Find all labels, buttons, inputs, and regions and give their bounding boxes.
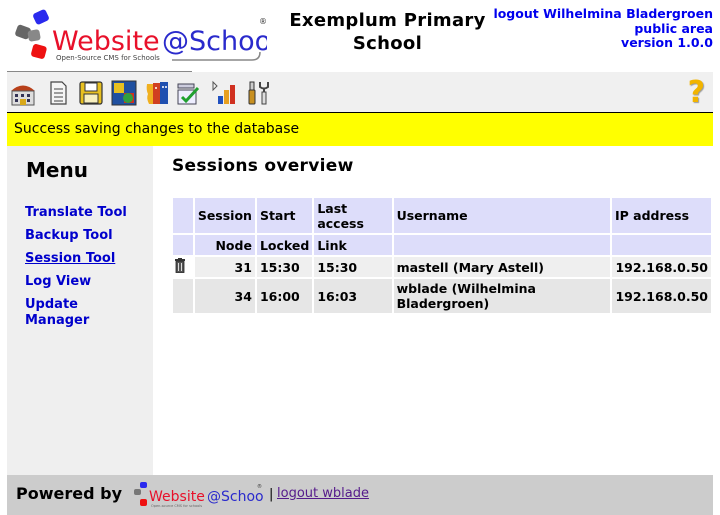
table-header-row: Session Start Last access Username IP ad… (173, 198, 711, 233)
svg-text:Open-source CMS for schools: Open-source CMS for schools (151, 504, 202, 508)
page-header: Website @School ® Open-Source CMS for Sc… (0, 0, 720, 72)
footer-website-at-school-logo[interactable]: Website @School ® Open-source CMS for sc… (133, 480, 263, 510)
footer-separator: | (269, 487, 274, 502)
ip-address-cell: 192.168.0.50 (612, 279, 711, 313)
website-at-school-logo[interactable]: Website @School ® Open-Source CMS for Sc… (12, 8, 267, 66)
footer-logout-link[interactable]: logout wblade (277, 486, 369, 501)
menu-item-session-tool[interactable]: Session Tool (25, 251, 145, 267)
menu-item-log-view[interactable]: Log View (25, 274, 145, 290)
svg-text:@School: @School (207, 489, 263, 505)
start-cell: 15:30 (256, 257, 313, 277)
last-access-cell: 15:30 (314, 257, 392, 277)
header-icon-col (173, 198, 193, 233)
users-faces-icon[interactable] (144, 80, 170, 106)
subheader-node: Node (194, 235, 255, 255)
help-icon[interactable]: ? (688, 78, 705, 108)
public-area-link[interactable]: public area (493, 21, 713, 37)
svg-text:®: ® (259, 17, 267, 26)
subheader-link: Link (314, 235, 392, 255)
username-cell: mastell (Mary Astell) (393, 257, 610, 277)
menu-items: Translate Tool Backup Tool Session Tool … (25, 205, 145, 336)
save-disk-icon[interactable] (78, 80, 104, 106)
page-footer: Powered by Website @School ® Open-source… (7, 475, 713, 515)
site-title: Exemplum Primary School (275, 9, 500, 55)
modules-puzzle-icon[interactable] (111, 80, 137, 106)
statistics-bars-icon[interactable] (210, 80, 236, 106)
top-links: logout Wilhelmina Bladergroen public are… (493, 6, 713, 51)
session-cell: 34 (194, 279, 255, 313)
logout-link[interactable]: logout Wilhelmina Bladergroen (493, 6, 713, 22)
page-icon[interactable] (45, 80, 71, 106)
svg-text:@School: @School (162, 26, 267, 57)
ip-address-cell: 192.168.0.50 (612, 257, 711, 277)
header-start: Start (256, 198, 313, 233)
tools-icon[interactable] (245, 80, 271, 106)
username-cell: wblade (Wilhelmina Bladergroen) (393, 279, 610, 313)
menu-item-backup-tool[interactable]: Backup Tool (25, 228, 145, 244)
svg-text:®: ® (257, 483, 262, 490)
header-ip-address: IP address (612, 198, 711, 233)
sidebar-menu: Menu Translate Tool Backup Tool Session … (7, 146, 153, 475)
menu-title: Menu (26, 158, 88, 182)
subheader-empty-2 (612, 235, 711, 255)
sessions-table: Session Start Last access Username IP ad… (171, 196, 713, 315)
session-cell: 31 (194, 257, 255, 277)
start-cell: 16:00 (256, 279, 313, 313)
page-title: Sessions overview (172, 156, 354, 176)
header-session: Session (194, 198, 255, 233)
header-last-access: Last access (314, 198, 392, 233)
svg-text:Open-Source CMS for Schools: Open-Source CMS for Schools (56, 54, 160, 62)
toolbar: ? (7, 72, 713, 113)
success-message-text: Success saving changes to the database (14, 121, 300, 137)
svg-text:Website: Website (149, 489, 205, 505)
version-link[interactable]: version 1.0.0 (493, 35, 713, 51)
menu-item-update-manager[interactable]: Update Manager (25, 297, 89, 328)
delete-cell (173, 257, 193, 277)
site-title-line2: School (352, 33, 423, 54)
svg-text:Website: Website (52, 26, 160, 57)
delete-cell (173, 279, 193, 313)
powered-by-label: Powered by (16, 484, 122, 503)
main-content: Sessions overview Session Start Last acc… (153, 146, 713, 475)
subheader-empty-1 (393, 235, 610, 255)
subheader-locked: Locked (256, 235, 313, 255)
table-subheader-row: Node Locked Link (173, 235, 711, 255)
table-row: 34 16:00 16:03 wblade (Wilhelmina Blader… (173, 279, 711, 313)
table-row: 31 15:30 15:30 mastell (Mary Astell) 192… (173, 257, 711, 277)
trash-icon[interactable] (174, 258, 186, 273)
subheader-icon-col (173, 235, 193, 255)
header-username: Username (393, 198, 610, 233)
menu-item-translate-tool[interactable]: Translate Tool (25, 205, 145, 221)
success-message: Success saving changes to the database (7, 113, 713, 146)
home-icon[interactable] (10, 80, 36, 106)
last-access-cell: 16:03 (314, 279, 392, 313)
site-title-line1: Exemplum Primary (289, 10, 486, 31)
checklist-icon[interactable] (175, 80, 201, 106)
